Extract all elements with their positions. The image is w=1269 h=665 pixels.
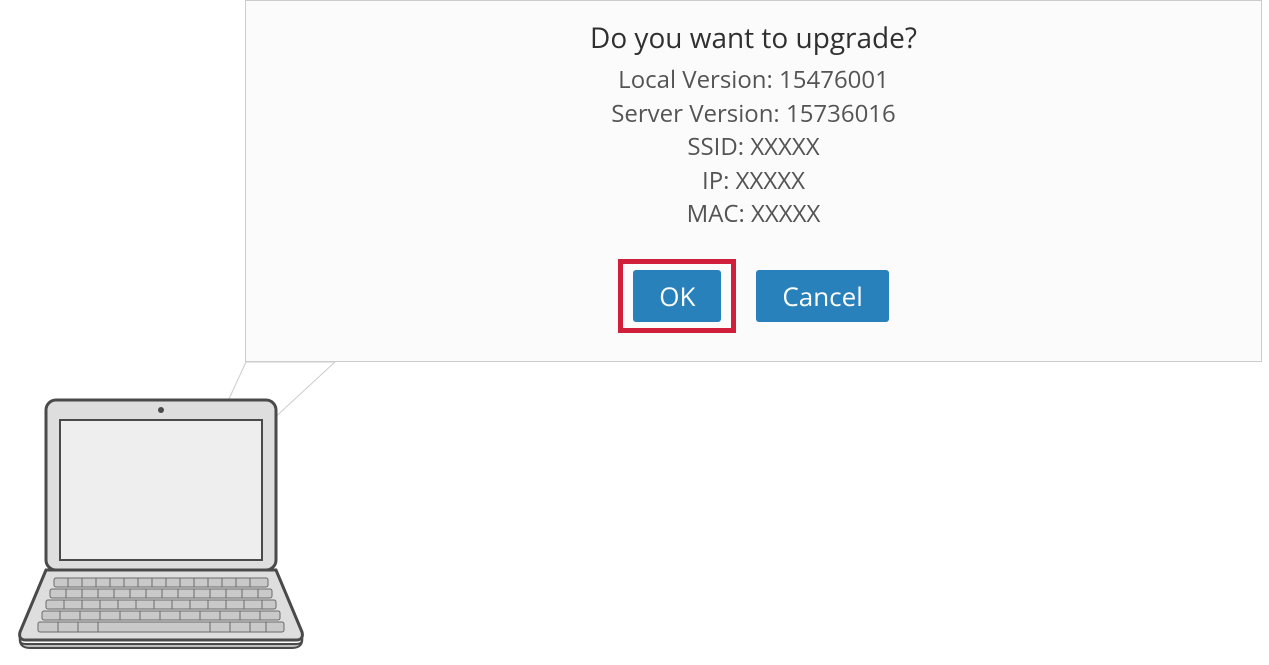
server-version-text: Server Version: 15736016 <box>611 97 896 131</box>
ssid-text: SSID: XXXXX <box>687 130 819 164</box>
mac-text: MAC: XXXXX <box>687 197 821 231</box>
ok-button[interactable]: OK <box>633 270 721 322</box>
cancel-button[interactable]: Cancel <box>756 270 888 322</box>
ok-highlight-frame: OK <box>618 259 736 333</box>
dialog-button-row: OK Cancel <box>618 259 889 333</box>
upgrade-dialog: Do you want to upgrade? Local Version: 1… <box>245 0 1262 362</box>
dialog-title: Do you want to upgrade? <box>590 19 917 57</box>
ip-text: IP: XXXXX <box>702 164 805 198</box>
local-version-text: Local Version: 15476001 <box>618 63 889 97</box>
laptop-icon <box>10 396 310 654</box>
